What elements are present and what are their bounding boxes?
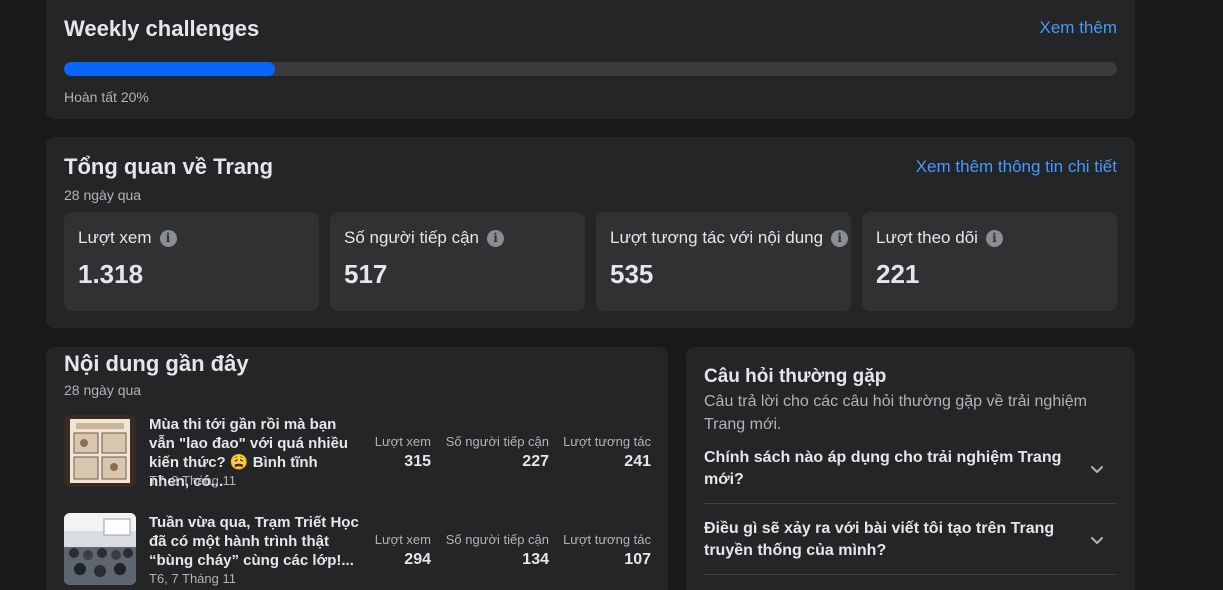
weekly-progress-bar xyxy=(64,62,1117,76)
weekly-challenges-title: Weekly challenges xyxy=(64,16,260,41)
overview-details-link[interactable]: Xem thêm thông tin chi tiết xyxy=(916,157,1117,177)
stat-card-views[interactable]: Lượt xem i 1.318 xyxy=(64,212,319,311)
post-date: T7, 8 Tháng 11 xyxy=(149,473,236,488)
metric-label: Lượt xem xyxy=(374,532,431,547)
overview-period: 28 ngày qua xyxy=(64,187,142,203)
post-metric-views: Lượt xem 315 xyxy=(375,434,431,471)
weekly-progress-label: Hoàn tất 20% xyxy=(64,89,149,105)
metric-label: Lượt xem xyxy=(374,434,431,449)
stat-label: Lượt theo dõi xyxy=(876,228,978,247)
post-metric-reach: Số người tiếp cận 134 xyxy=(446,532,549,569)
metric-label: Số người tiếp cận xyxy=(445,532,549,547)
metric-value: 294 xyxy=(404,551,431,568)
post-metric-reach: Số người tiếp cận 227 xyxy=(446,434,549,471)
overview-title: Tổng quan về Trang xyxy=(64,154,274,179)
post-row[interactable]: Tuần vừa qua, Trạm Triết Học đã có một h… xyxy=(64,513,652,589)
post-metric-views: Lượt xem 294 xyxy=(375,532,431,569)
metric-value: 107 xyxy=(624,551,651,568)
page-overview-card: Tổng quan về Trang 28 ngày qua Xem thêm … xyxy=(46,137,1135,328)
info-icon[interactable]: i xyxy=(831,229,849,247)
stat-label: Lượt xem xyxy=(78,228,152,247)
metric-label: Lượt tương tác xyxy=(563,434,651,449)
post-thumbnail[interactable] xyxy=(64,513,136,585)
metric-label: Lượt tương tác xyxy=(563,532,651,547)
metric-value: 241 xyxy=(624,453,651,470)
metric-value: 134 xyxy=(522,551,549,568)
stat-card-reach[interactable]: Số người tiếp cận i 517 xyxy=(330,212,585,311)
faq-card: Câu hỏi thường gặp Câu trả lời cho các c… xyxy=(686,347,1135,590)
stat-value: 221 xyxy=(876,259,920,289)
weekly-challenges-card: Weekly challenges Xem thêm Hoàn tất 20% xyxy=(46,0,1135,119)
post-thumbnail[interactable] xyxy=(64,415,136,487)
metric-value: 315 xyxy=(404,453,431,470)
stat-card-engagement[interactable]: Lượt tương tác với nội dung i 535 xyxy=(596,212,851,311)
weekly-see-more-link[interactable]: Xem thêm xyxy=(1040,18,1117,38)
info-icon[interactable]: i xyxy=(159,229,177,247)
info-icon[interactable]: i xyxy=(487,229,504,247)
stat-value: 1.318 xyxy=(78,259,144,289)
metric-label: Số người tiếp cận xyxy=(445,434,549,449)
post-row[interactable]: Mùa thi tới gần rồi mà bạn vẫn "lao đao"… xyxy=(64,415,652,491)
chevron-down-icon[interactable] xyxy=(1089,532,1105,548)
recent-content-card: Nội dung gần đây 28 ngày qua Mùa thi tới… xyxy=(46,347,668,590)
post-date: T6, 7 Tháng 11 xyxy=(149,571,236,586)
stat-label: Số người tiếp cận xyxy=(344,228,479,247)
faq-title: Câu hỏi thường gặp xyxy=(704,366,887,387)
metric-value: 227 xyxy=(522,453,549,470)
chevron-down-icon[interactable] xyxy=(1089,461,1105,477)
stat-value: 517 xyxy=(344,259,388,289)
stat-label: Lượt tương tác với nội dung xyxy=(610,228,824,247)
faq-description: Câu trả lời cho các câu hỏi thường gặp v… xyxy=(704,393,1088,433)
recent-content-title: Nội dung gần đây xyxy=(64,351,249,376)
weekly-progress-fill xyxy=(64,62,275,76)
faq-item[interactable]: Chính sách nào áp dụng cho trải nghiệm T… xyxy=(704,447,1117,504)
faq-question[interactable]: Chính sách nào áp dụng cho trải nghiệm T… xyxy=(704,447,1069,491)
post-metric-engagement: Lượt tương tác 241 xyxy=(563,434,651,471)
recent-content-period: 28 ngày qua xyxy=(64,382,142,398)
faq-question[interactable]: Điều gì sẽ xảy ra với bài viết tôi tạo t… xyxy=(704,518,1069,562)
faq-item[interactable]: Điều gì sẽ xảy ra với bài viết tôi tạo t… xyxy=(704,518,1117,575)
post-metric-engagement: Lượt tương tác 107 xyxy=(563,532,651,569)
post-text[interactable]: Tuần vừa qua, Trạm Triết Học đã có một h… xyxy=(149,513,359,570)
stat-card-follows[interactable]: Lượt theo dõi i 221 xyxy=(862,212,1117,311)
info-icon[interactable]: i xyxy=(985,229,1003,247)
stat-value: 535 xyxy=(610,259,654,289)
